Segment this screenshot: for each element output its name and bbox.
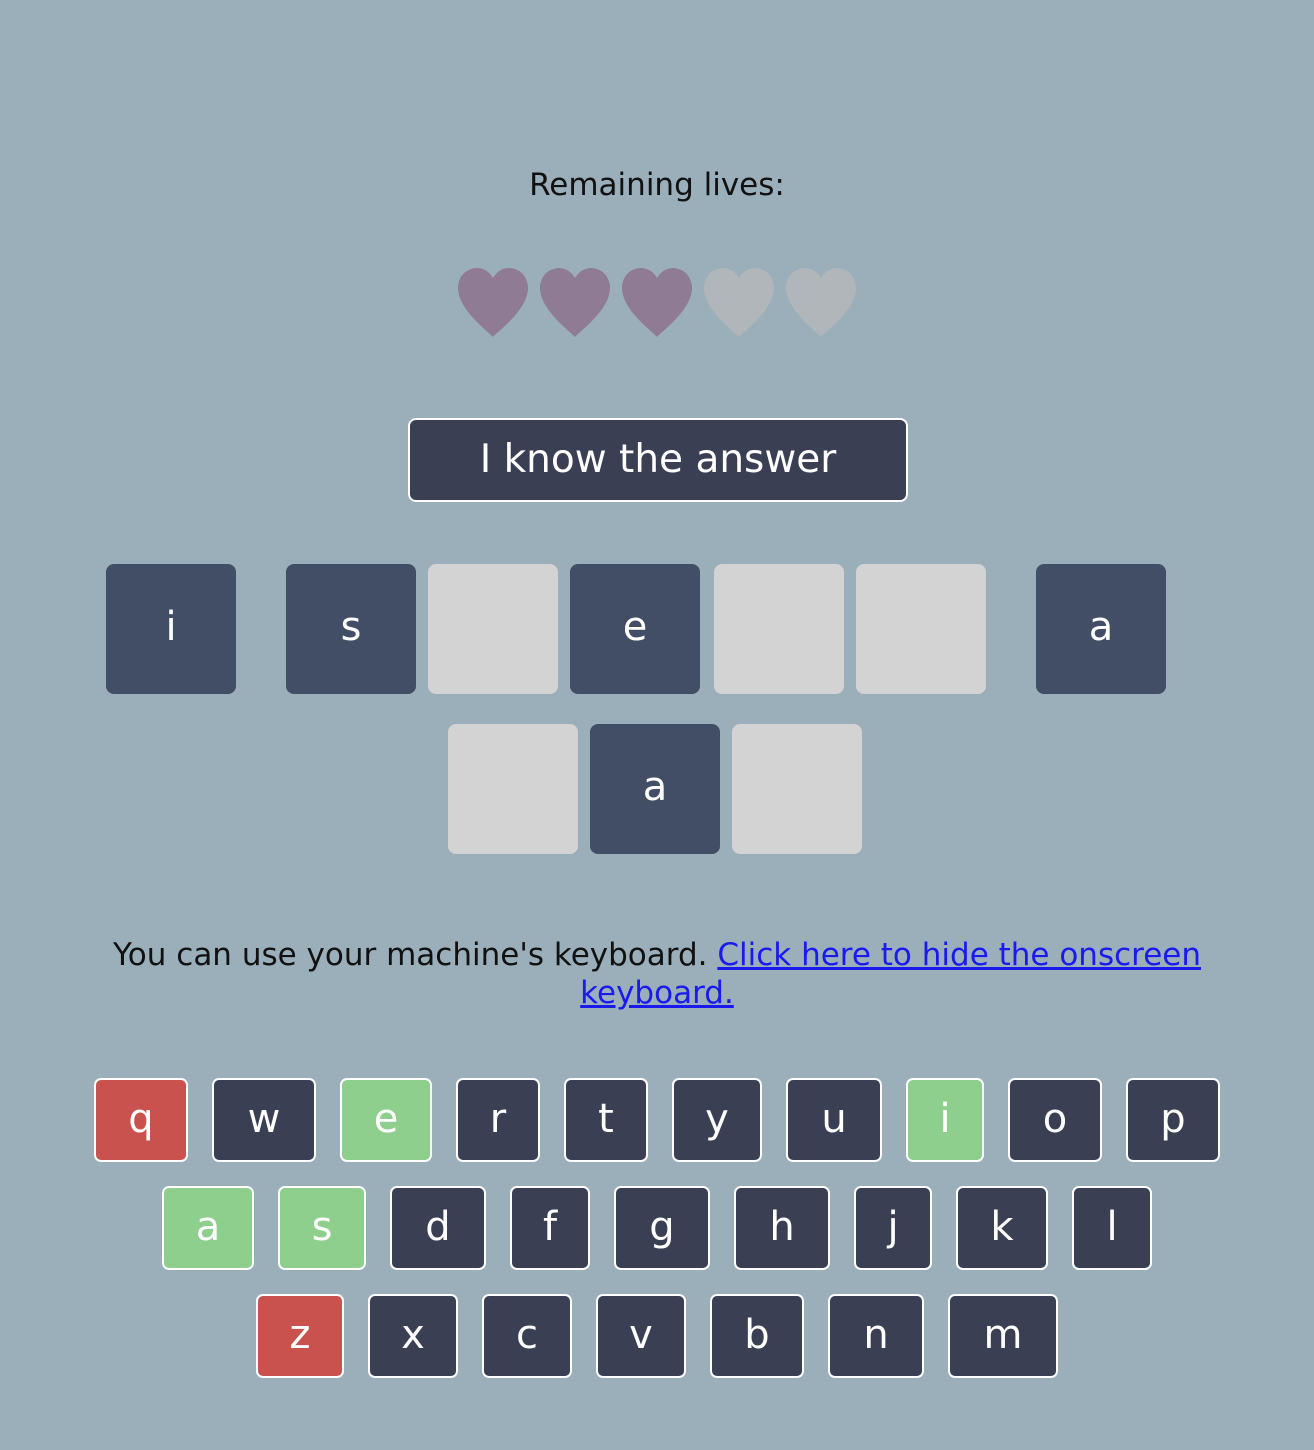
life-heart-icon [704,268,774,337]
letter-tile: a [1036,564,1166,694]
key-l[interactable]: l [1072,1186,1152,1270]
key-j[interactable]: j [854,1186,932,1270]
letter-tile: e [570,564,700,694]
life-heart-icon [786,268,856,337]
key-w[interactable]: w [212,1078,316,1162]
letter-tile: i [106,564,236,694]
key-e[interactable]: e [340,1078,432,1162]
key-s[interactable]: s [278,1186,366,1270]
keyboard-hint-text: You can use your machine's keyboard. [112,937,708,973]
key-g[interactable]: g [614,1186,710,1270]
key-r[interactable]: r [456,1078,540,1162]
life-heart-icon [540,268,610,337]
key-b[interactable]: b [710,1294,804,1378]
key-u[interactable]: u [786,1078,882,1162]
key-m[interactable]: m [948,1294,1058,1378]
key-q[interactable]: q [94,1078,188,1162]
key-a[interactable]: a [162,1186,254,1270]
key-f[interactable]: f [510,1186,590,1270]
key-i[interactable]: i [906,1078,984,1162]
key-k[interactable]: k [956,1186,1048,1270]
letter-tile [448,724,578,854]
letter-tile [732,724,862,854]
key-n[interactable]: n [828,1294,924,1378]
letter-tile [428,564,558,694]
life-heart-icon [622,268,692,337]
remaining-lives-label: Remaining lives: [529,167,785,203]
key-y[interactable]: y [672,1078,762,1162]
key-o[interactable]: o [1008,1078,1102,1162]
key-d[interactable]: d [390,1186,486,1270]
key-c[interactable]: c [482,1294,572,1378]
key-z[interactable]: z [256,1294,344,1378]
key-t[interactable]: t [564,1078,648,1162]
letter-tile: s [286,564,416,694]
key-h[interactable]: h [734,1186,830,1270]
key-p[interactable]: p [1126,1078,1220,1162]
lives-hearts [0,266,1314,338]
life-heart-icon [458,268,528,337]
letter-tile [856,564,986,694]
key-x[interactable]: x [368,1294,458,1378]
letter-tile [714,564,844,694]
letter-tile: a [590,724,720,854]
keyboard-hint: You can use your machine's keyboard. Cli… [60,936,1254,1012]
key-v[interactable]: v [596,1294,686,1378]
i-know-the-answer-button[interactable]: I know the answer [408,418,908,502]
